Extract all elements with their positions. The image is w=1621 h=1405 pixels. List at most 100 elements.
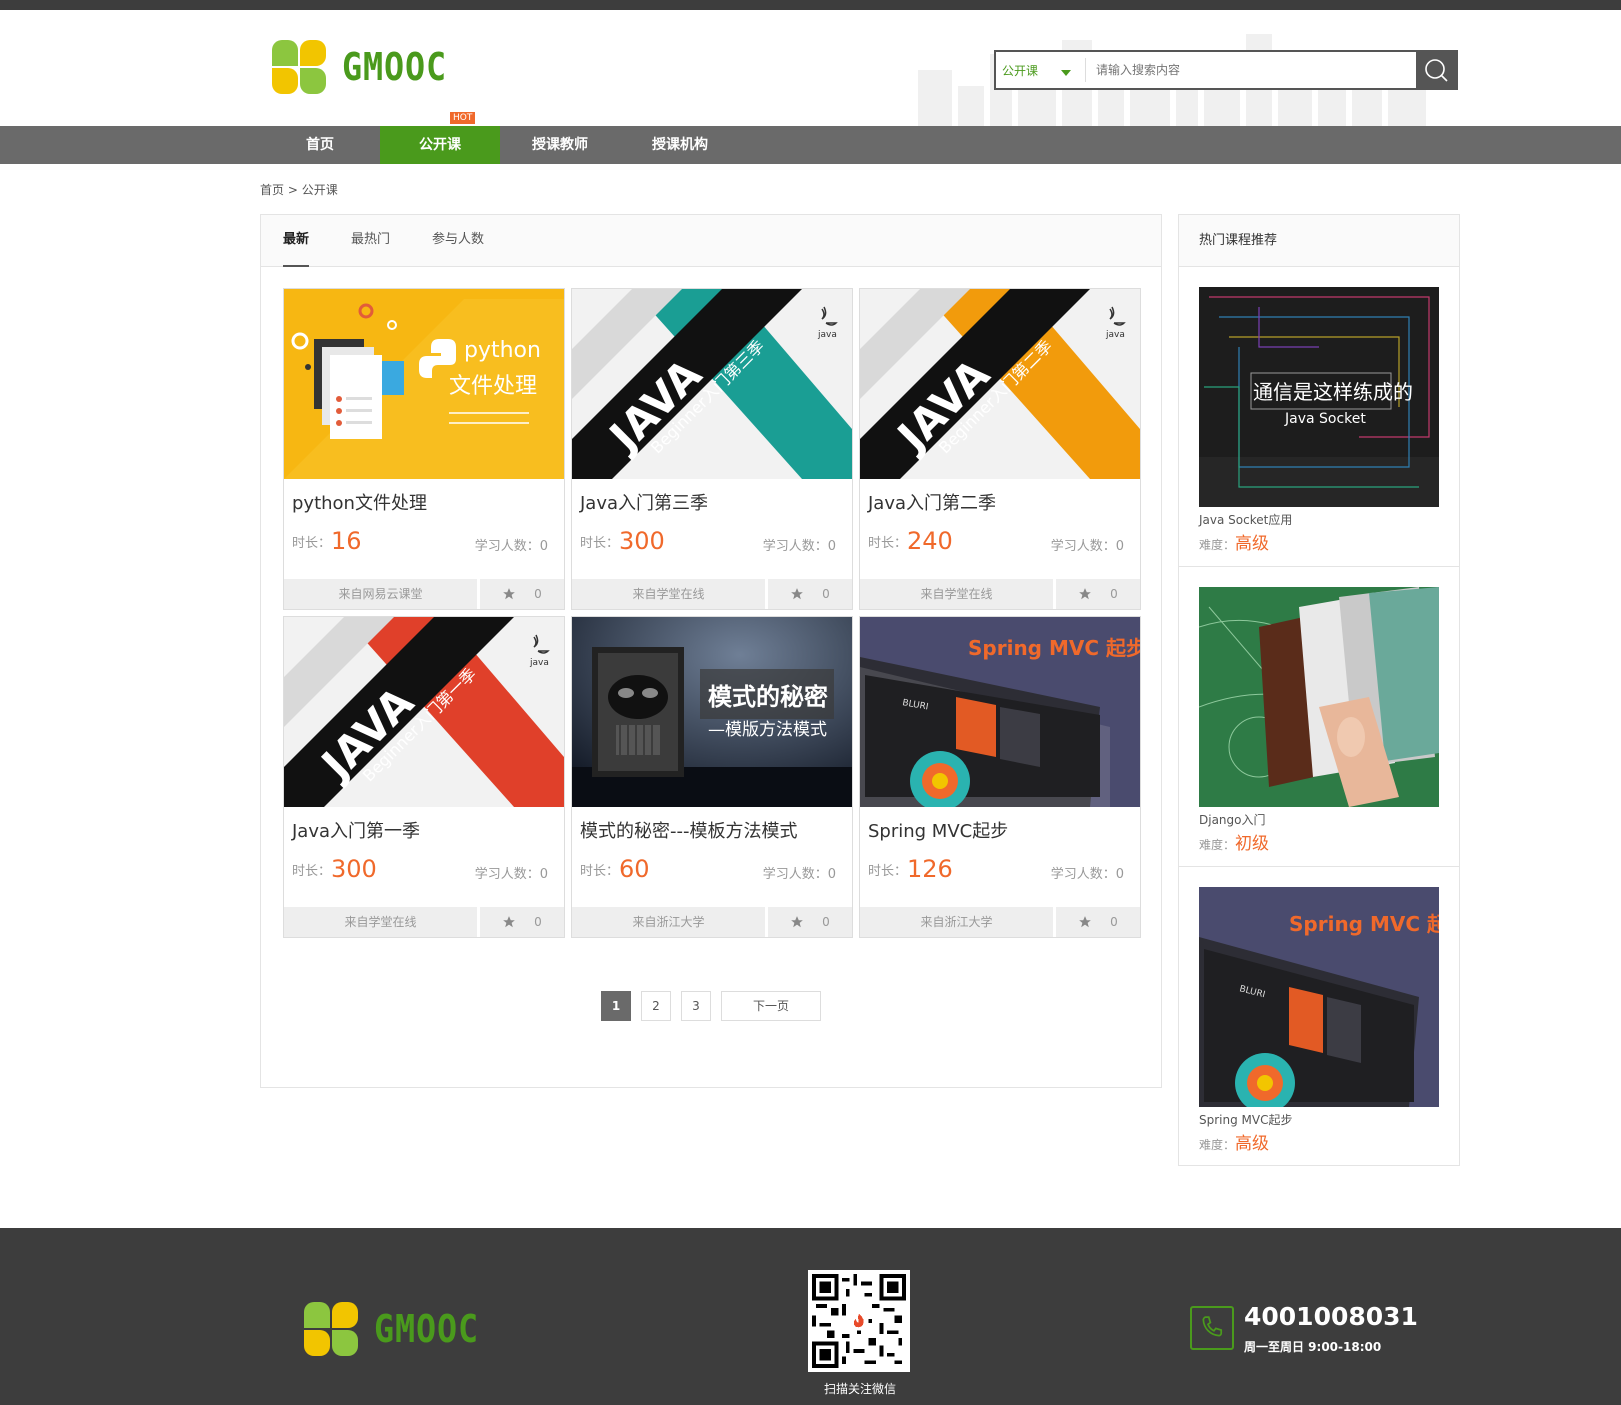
- tab-latest[interactable]: 最新: [283, 215, 310, 267]
- next-page-button[interactable]: 下一页: [721, 991, 821, 1021]
- students-count: 学习人数：0: [475, 535, 548, 554]
- students-count: 学习人数：0: [1051, 535, 1124, 554]
- star-icon: [791, 588, 804, 600]
- nav-open-courses[interactable]: 公开课 HOT: [380, 112, 500, 164]
- level-value: 高级: [1235, 534, 1270, 554]
- page-3-button[interactable]: 3: [681, 991, 711, 1021]
- course-title[interactable]: Java入门第三季: [580, 489, 708, 515]
- course-card[interactable]: JAVA Beginner入门第二季 java Java入门第二季 时长：240…: [859, 288, 1141, 610]
- course-cover-pattern[interactable]: 模式的秘密 —模版方法模式: [572, 617, 852, 807]
- search-icon: [1425, 59, 1448, 82]
- favorite-count: 0: [534, 915, 542, 929]
- favorite-button[interactable]: 0: [480, 907, 564, 937]
- service-hours: 周一至周日 9:00-18:00: [1244, 1340, 1382, 1354]
- chevron-down-icon: [1061, 70, 1071, 76]
- favorite-button[interactable]: 0: [768, 907, 852, 937]
- students-value: 0: [1115, 867, 1124, 882]
- duration-value: 126: [907, 855, 953, 883]
- star-icon: [791, 916, 804, 928]
- spring-cover-title: Spring MVC 起步: [1289, 912, 1439, 936]
- clover-logo-icon: [270, 38, 328, 96]
- course-source: 来自学堂在线: [860, 579, 1056, 609]
- nav-home[interactable]: 首页: [260, 126, 380, 164]
- sidebar-course-level: 难度：初级: [1199, 829, 1269, 854]
- course-source: 来自浙江大学: [572, 907, 768, 937]
- clover-logo-icon: [302, 1300, 360, 1358]
- level-value: 高级: [1235, 1134, 1270, 1154]
- footer-logo[interactable]: GMOOC: [302, 1300, 493, 1358]
- sidebar-cover-django[interactable]: [1199, 587, 1439, 807]
- course-footer: 来自浙江大学 0: [572, 907, 852, 937]
- course-title[interactable]: Java入门第一季: [292, 817, 420, 843]
- page-2-button[interactable]: 2: [641, 991, 671, 1021]
- main-nav: 首页 公开课 HOT 授课教师 授课机构: [0, 112, 1621, 164]
- course-card[interactable]: BLURI Spring MVC 起步 Spring MVC起步 时长：126 …: [859, 616, 1141, 938]
- page-1-button[interactable]: 1: [601, 991, 631, 1021]
- qr-caption: 扫描关注微信: [823, 1382, 896, 1396]
- breadcrumb: 首页 > 公开课: [260, 181, 338, 198]
- course-footer: 来自网易云课堂 0: [284, 579, 564, 609]
- course-cover-java3[interactable]: JAVA Beginner入门第三季 java: [572, 289, 852, 479]
- pattern-cover-title: 模式的秘密: [708, 683, 828, 711]
- course-source: 来自学堂在线: [572, 579, 768, 609]
- sidebar-course[interactable]: BLURI Spring MVC 起步 Spring MVC起步 难度：高级: [1179, 867, 1459, 1167]
- level-label: 难度：: [1199, 838, 1236, 852]
- favorite-button[interactable]: 0: [480, 579, 564, 609]
- sidebar-course[interactable]: 通信是这样练成的 Java Socket Java Socket应用 难度：高级: [1179, 267, 1459, 567]
- nav-teachers[interactable]: 授课教师: [500, 126, 620, 164]
- favorite-count: 0: [822, 915, 830, 929]
- course-card[interactable]: 模式的秘密 —模版方法模式 模式的秘密---模板方法模式 时长：60 学习人数：…: [571, 616, 853, 938]
- tab-participants[interactable]: 参与人数: [432, 215, 484, 267]
- course-cover-java2[interactable]: JAVA Beginner入门第二季 java: [860, 289, 1140, 479]
- phone-number[interactable]: 4001008031: [1244, 1302, 1418, 1331]
- course-meta: 时长：16 学习人数：0: [292, 527, 556, 555]
- course-meta: 时长：240 学习人数：0: [868, 527, 1132, 555]
- search-type-select[interactable]: 公开课: [996, 58, 1086, 82]
- students-count: 学习人数：0: [763, 535, 836, 554]
- java-logo-text: java: [817, 330, 837, 340]
- brand-name: GMOOC: [342, 45, 448, 89]
- breadcrumb-current: 公开课: [301, 183, 338, 197]
- favorite-button[interactable]: 0: [768, 579, 852, 609]
- duration-label: 时长：: [868, 536, 908, 551]
- duration-value: 300: [619, 527, 665, 555]
- favorite-button[interactable]: 0: [1056, 579, 1140, 609]
- tab-hottest[interactable]: 最热门: [351, 215, 390, 267]
- course-cover-spring[interactable]: BLURI Spring MVC 起步: [860, 617, 1140, 807]
- students-label: 学习人数：: [762, 867, 828, 882]
- nav-organizations[interactable]: 授课机构: [620, 126, 740, 164]
- search-input[interactable]: [1086, 52, 1416, 88]
- sidebar-course[interactable]: Django入门 难度：初级: [1179, 567, 1459, 867]
- course-cover-python[interactable]: python 文件处理: [284, 289, 564, 479]
- sidebar-course-name[interactable]: Java Socket应用: [1199, 511, 1292, 528]
- duration-label: 时长：: [292, 536, 332, 551]
- sidebar-course-name[interactable]: Django入门: [1199, 811, 1266, 828]
- course-title[interactable]: 模式的秘密---模板方法模式: [580, 817, 797, 843]
- socket-cover-title: 通信是这样练成的: [1253, 380, 1413, 404]
- course-meta: 时长：300 学习人数：0: [580, 527, 844, 555]
- course-cover-java1[interactable]: JAVA Beginner入门第一季 java: [284, 617, 564, 807]
- students-label: 学习人数：: [474, 867, 540, 882]
- top-strip: [0, 0, 1621, 10]
- wechat-qr-code: [808, 1270, 910, 1372]
- course-title[interactable]: Spring MVC起步: [868, 817, 1008, 843]
- sidebar-cover-socket[interactable]: 通信是这样练成的 Java Socket: [1199, 287, 1439, 507]
- favorite-count: 0: [1110, 915, 1118, 929]
- breadcrumb-home[interactable]: 首页: [260, 183, 284, 197]
- students-label: 学习人数：: [762, 539, 828, 554]
- course-footer: 来自浙江大学 0: [860, 907, 1140, 937]
- favorite-button[interactable]: 0: [1056, 907, 1140, 937]
- site-logo[interactable]: GMOOC: [270, 38, 461, 96]
- course-card[interactable]: JAVA Beginner入门第一季 java Java入门第一季 时长：300…: [283, 616, 565, 938]
- search-button[interactable]: [1416, 52, 1456, 88]
- sidebar-course-name[interactable]: Spring MVC起步: [1199, 1111, 1292, 1128]
- sort-tabs: 最新 最热门 参与人数: [261, 215, 1161, 267]
- star-icon: [1079, 588, 1092, 600]
- sidebar-cover-spring[interactable]: BLURI Spring MVC 起步: [1199, 887, 1439, 1107]
- course-title[interactable]: Java入门第二季: [868, 489, 996, 515]
- course-card[interactable]: JAVA Beginner入门第三季 java Java入门第三季 时长：300…: [571, 288, 853, 610]
- course-card[interactable]: python 文件处理 python文件处理 时长：16 学习人数：0 来自网易…: [283, 288, 565, 610]
- course-footer: 来自学堂在线 0: [860, 579, 1140, 609]
- course-title[interactable]: python文件处理: [292, 489, 427, 515]
- course-meta: 时长：126 学习人数：0: [868, 855, 1132, 883]
